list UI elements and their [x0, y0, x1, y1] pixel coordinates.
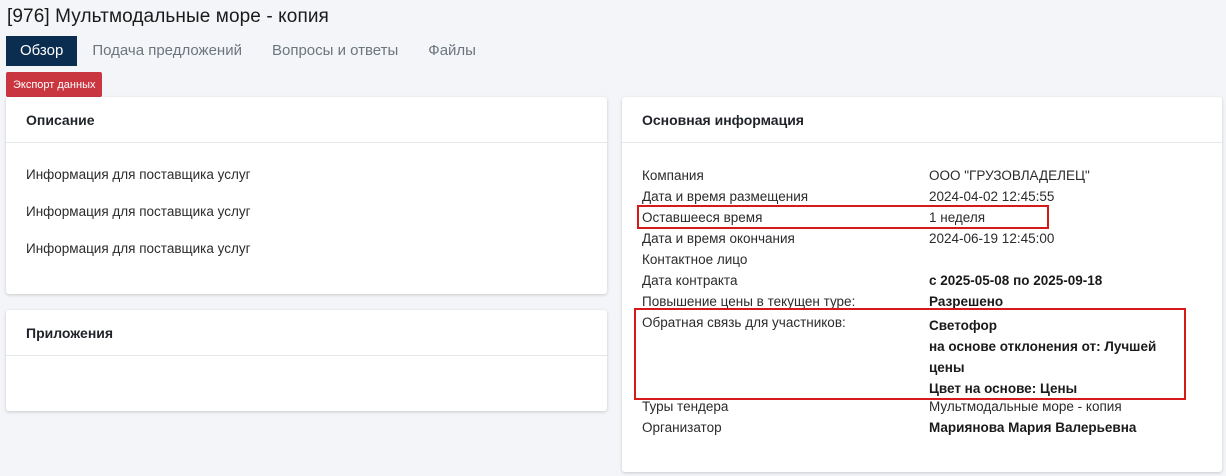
description-line: Информация для поставщика услуг [26, 241, 251, 256]
description-line: Информация для поставщика услуг [26, 204, 251, 219]
feedback-line: Цвет на основе: Цены [929, 381, 1078, 396]
tab-files[interactable]: Файлы [413, 36, 491, 66]
info-row-company: Компания ООО "ГРУЗОВЛАДЕЛЕЦ" [622, 166, 1222, 187]
tab-overview[interactable]: Обзор [6, 36, 78, 66]
info-label: Оставшееся время [642, 210, 763, 225]
description-card: Описание Информация для поставщика услуг… [6, 97, 607, 294]
info-value: ООО "ГРУЗОВЛАДЕЛЕЦ" [929, 168, 1090, 183]
info-row-contract-date: Дата контракта с 2025-05-08 по 2025-09-1… [622, 271, 1222, 292]
info-row-posted-at: Дата и время размещения 2024-04-02 12:45… [622, 187, 1222, 208]
description-body: Информация для поставщика услуг Информац… [6, 143, 607, 278]
tab-questions-answers[interactable]: Вопросы и ответы [257, 36, 413, 66]
page-title: [976] Мультмодальные море - копия [7, 6, 329, 27]
info-row-end-time: Дата и время окончания 2024-06-19 12:45:… [622, 229, 1222, 250]
export-data-button[interactable]: Экспорт данных [6, 72, 103, 97]
description-card-title: Описание [6, 97, 607, 143]
info-row-price-increase: Повышение цены в текущен туре: Разрешено [622, 292, 1222, 313]
attachments-card: Приложения [6, 310, 607, 411]
info-value: с 2025-05-08 по 2025-09-18 [929, 273, 1103, 288]
info-label: Дата и время размещения [642, 189, 809, 204]
tab-bar: Обзор Подача предложений Вопросы и ответ… [6, 36, 491, 66]
info-row-organizer: Организатор Мариянова Мария Валерьевна [622, 418, 1222, 439]
info-label: Повышение цены в текущен туре: [642, 294, 856, 309]
attachments-card-title: Приложения [6, 310, 607, 356]
info-row-participant-feedback: Обратная связь для участников: Светофор … [622, 313, 1222, 397]
info-row-remaining-time: Оставшееся время 1 неделя [622, 208, 1222, 229]
description-line: Информация для поставщика услуг [26, 167, 251, 182]
info-value: 1 неделя [929, 210, 986, 225]
feedback-line: на основе отклонения от: Лучшей [929, 339, 1157, 354]
main-info-list: Компания ООО "ГРУЗОВЛАДЕЛЕЦ" Дата и врем… [622, 143, 1222, 439]
feedback-line: цены [929, 360, 965, 375]
info-label: Компания [642, 168, 704, 183]
info-value: 2024-04-02 12:45:55 [929, 189, 1055, 204]
main-info-card-title: Основная информация [622, 97, 1222, 143]
info-value: Разрешено [929, 294, 1004, 309]
info-label: Контактное лицо [642, 252, 748, 267]
info-value: Мариянова Мария Валерьевна [929, 420, 1137, 435]
tab-submit-offers[interactable]: Подача предложений [77, 36, 257, 66]
info-label: Организатор [642, 420, 722, 435]
main-info-card: Основная информация Компания ООО "ГРУЗОВ… [622, 97, 1222, 472]
info-label: Дата и время окончания [642, 231, 795, 246]
info-row-tender-rounds: Туры тендера Мультмодальные море - копия [622, 397, 1222, 418]
info-value: Светофор на основе отклонения от: Лучшей… [929, 315, 1199, 399]
feedback-line: Светофор [929, 318, 998, 333]
info-row-contact-person: Контактное лицо [622, 250, 1222, 271]
info-value: 2024-06-19 12:45:00 [929, 231, 1055, 246]
info-label: Туры тендера [642, 399, 729, 414]
info-value: Мультмодальные море - копия [929, 399, 1122, 414]
info-label: Дата контракта [642, 273, 738, 288]
info-label: Обратная связь для участников: [642, 315, 846, 330]
